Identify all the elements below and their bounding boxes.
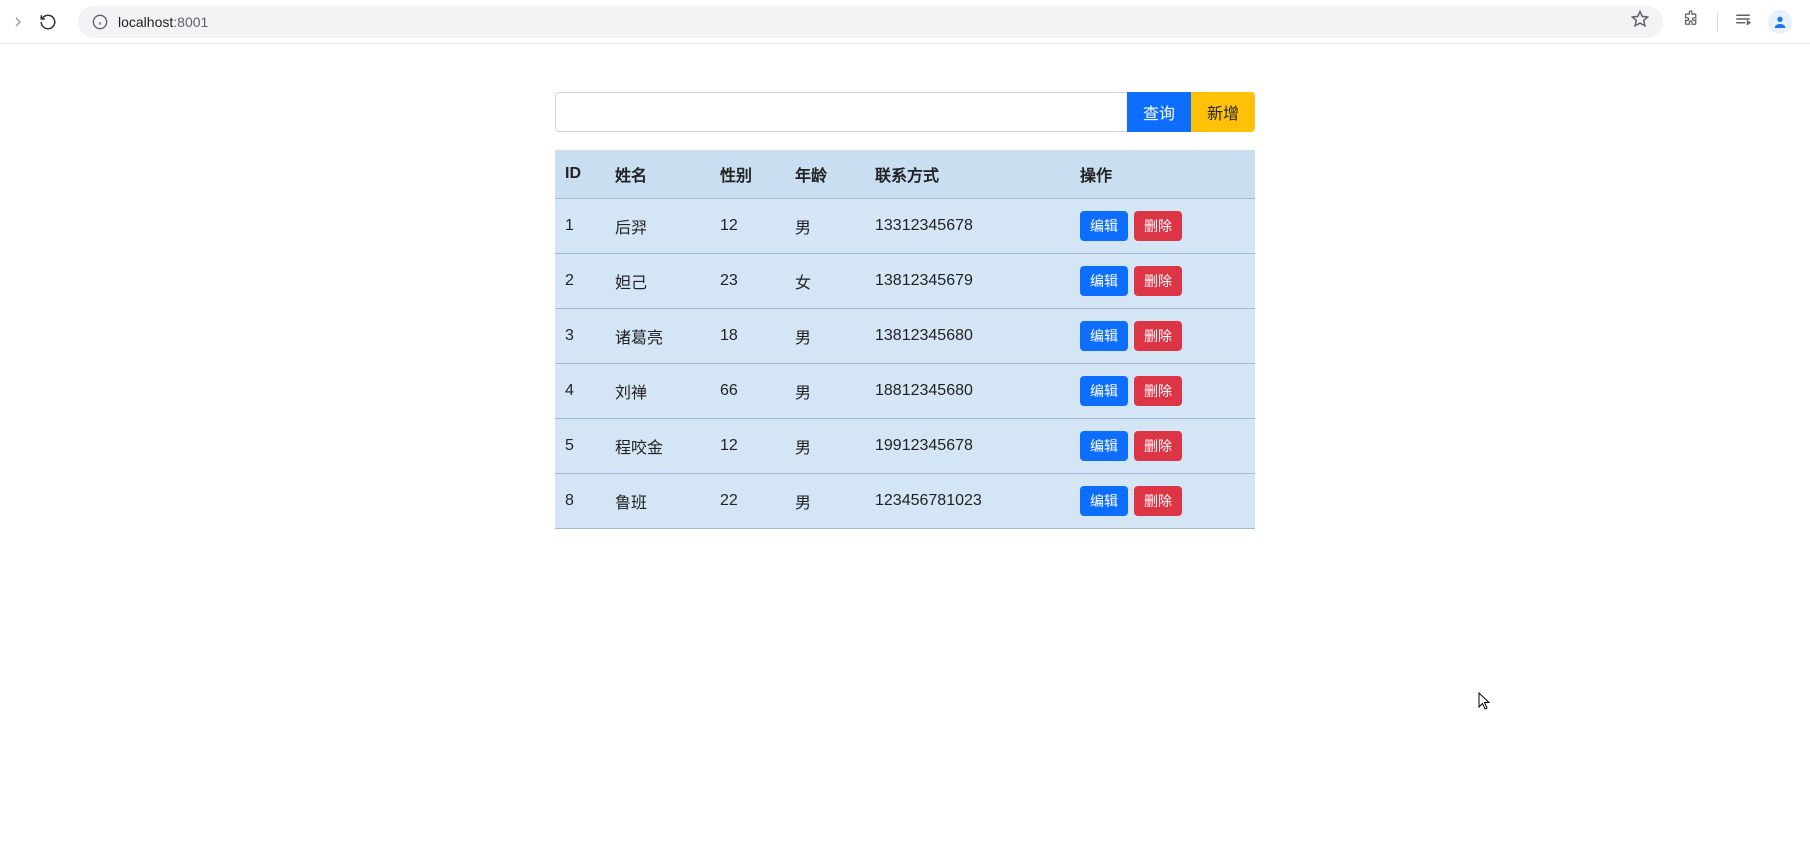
table-row: 5程咬金12男19912345678编辑删除 — [555, 419, 1255, 474]
edit-button[interactable]: 编辑 — [1080, 431, 1128, 461]
col-id: ID — [555, 150, 605, 199]
col-gender: 性别 — [710, 150, 785, 199]
table-row: 3诸葛亮18男13812345680编辑删除 — [555, 309, 1255, 364]
cell-age: 男 — [785, 364, 865, 419]
reload-button[interactable] — [38, 12, 58, 32]
forward-button[interactable] — [8, 12, 28, 32]
cell-contact: 13812345679 — [865, 254, 1070, 309]
cell-name: 后羿 — [605, 199, 710, 254]
col-age: 年龄 — [785, 150, 865, 199]
cell-contact: 18812345680 — [865, 364, 1070, 419]
delete-button[interactable]: 删除 — [1134, 211, 1182, 241]
cell-age: 男 — [785, 419, 865, 474]
cell-id: 8 — [555, 474, 605, 529]
delete-button[interactable]: 删除 — [1134, 486, 1182, 516]
col-name: 姓名 — [605, 150, 710, 199]
cell-contact: 123456781023 — [865, 474, 1070, 529]
query-button[interactable]: 查询 — [1127, 92, 1191, 132]
table-header-row: ID 姓名 性别 年龄 联系方式 操作 — [555, 150, 1255, 199]
cell-id: 2 — [555, 254, 605, 309]
url-text: localhost:8001 — [118, 14, 208, 30]
mouse-cursor-icon — [1478, 692, 1494, 712]
add-button[interactable]: 新增 — [1191, 92, 1255, 132]
col-actions: 操作 — [1070, 150, 1255, 199]
cell-age: 男 — [785, 474, 865, 529]
cell-id: 4 — [555, 364, 605, 419]
edit-button[interactable]: 编辑 — [1080, 376, 1128, 406]
edit-button[interactable]: 编辑 — [1080, 266, 1128, 296]
cell-id: 5 — [555, 419, 605, 474]
url-path: :8001 — [173, 14, 208, 30]
cell-age: 女 — [785, 254, 865, 309]
cell-gender: 22 — [710, 474, 785, 529]
data-table: ID 姓名 性别 年龄 联系方式 操作 1后羿12男13312345678编辑删… — [555, 150, 1255, 529]
cell-contact: 19912345678 — [865, 419, 1070, 474]
media-control-icon[interactable] — [1734, 10, 1752, 33]
table-row: 1后羿12男13312345678编辑删除 — [555, 199, 1255, 254]
cell-gender: 12 — [710, 199, 785, 254]
cell-id: 3 — [555, 309, 605, 364]
page-content: 查询 新增 ID 姓名 性别 年龄 联系方式 操作 1后羿12男13312345… — [0, 44, 1810, 577]
site-info-icon[interactable] — [92, 14, 108, 30]
cell-actions: 编辑删除 — [1070, 419, 1255, 474]
edit-button[interactable]: 编辑 — [1080, 321, 1128, 351]
cell-contact: 13312345678 — [865, 199, 1070, 254]
chrome-actions — [1683, 10, 1802, 34]
cell-name: 诸葛亮 — [605, 309, 710, 364]
delete-button[interactable]: 删除 — [1134, 376, 1182, 406]
col-contact: 联系方式 — [865, 150, 1070, 199]
cell-age: 男 — [785, 309, 865, 364]
cell-actions: 编辑删除 — [1070, 309, 1255, 364]
table-row: 4刘禅66男18812345680编辑删除 — [555, 364, 1255, 419]
search-bar: 查询 新增 — [555, 92, 1255, 132]
extensions-icon[interactable] — [1683, 10, 1701, 33]
cell-name: 妲己 — [605, 254, 710, 309]
container: 查询 新增 ID 姓名 性别 年龄 联系方式 操作 1后羿12男13312345… — [555, 92, 1255, 529]
cell-name: 鲁班 — [605, 474, 710, 529]
delete-button[interactable]: 删除 — [1134, 266, 1182, 296]
bookmark-icon[interactable] — [1631, 10, 1649, 33]
url-host: localhost — [118, 14, 173, 30]
edit-button[interactable]: 编辑 — [1080, 211, 1128, 241]
cell-actions: 编辑删除 — [1070, 199, 1255, 254]
search-input[interactable] — [555, 92, 1127, 132]
cell-actions: 编辑删除 — [1070, 364, 1255, 419]
cell-id: 1 — [555, 199, 605, 254]
cell-name: 程咬金 — [605, 419, 710, 474]
browser-toolbar: localhost:8001 — [0, 0, 1810, 44]
cell-gender: 18 — [710, 309, 785, 364]
cell-gender: 66 — [710, 364, 785, 419]
cell-name: 刘禅 — [605, 364, 710, 419]
cell-actions: 编辑删除 — [1070, 254, 1255, 309]
edit-button[interactable]: 编辑 — [1080, 486, 1128, 516]
cell-gender: 12 — [710, 419, 785, 474]
table-row: 8鲁班22男123456781023编辑删除 — [555, 474, 1255, 529]
cell-age: 男 — [785, 199, 865, 254]
cell-gender: 23 — [710, 254, 785, 309]
divider — [1717, 12, 1718, 32]
delete-button[interactable]: 删除 — [1134, 321, 1182, 351]
cell-actions: 编辑删除 — [1070, 474, 1255, 529]
cell-contact: 13812345680 — [865, 309, 1070, 364]
address-bar[interactable]: localhost:8001 — [78, 6, 1663, 38]
delete-button[interactable]: 删除 — [1134, 431, 1182, 461]
profile-avatar[interactable] — [1768, 10, 1792, 34]
table-row: 2妲己23女13812345679编辑删除 — [555, 254, 1255, 309]
